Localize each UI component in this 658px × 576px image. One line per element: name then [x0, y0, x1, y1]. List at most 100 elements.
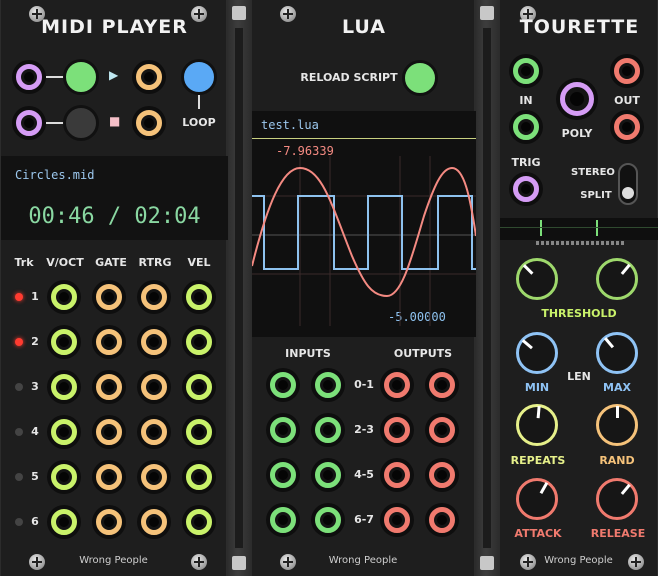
trig-jack[interactable] — [509, 172, 543, 206]
lua-module: LUA RELOAD SCRIPT test.lua -7.96339 -5.0… — [251, 0, 476, 576]
lua-input-jack[interactable] — [266, 368, 300, 402]
track-gate-output-jack[interactable] — [92, 415, 126, 449]
col-header-trk: Trk — [14, 256, 34, 269]
midi-purple-input-jack[interactable] — [12, 60, 46, 94]
brand-footer: Wrong People — [544, 555, 613, 566]
out-jack-2[interactable] — [610, 110, 644, 144]
len-label: LEN — [567, 370, 591, 383]
track-rtrg-output-jack[interactable] — [137, 280, 171, 314]
track-voct-output-jack[interactable] — [47, 280, 81, 314]
track-gate-output-jack[interactable] — [92, 325, 126, 359]
play-output-jack[interactable] — [132, 60, 166, 94]
track-vel-output-jack[interactable] — [182, 280, 216, 314]
track-led — [15, 338, 23, 346]
track-led — [15, 293, 23, 301]
out-jack-1[interactable] — [610, 54, 644, 88]
play-button[interactable] — [63, 59, 99, 95]
in-jack-2[interactable] — [509, 110, 543, 144]
midi-purple-input-jack-2[interactable] — [12, 106, 46, 140]
track-gate-output-jack[interactable] — [92, 460, 126, 494]
track-rtrg-output-jack[interactable] — [137, 415, 171, 449]
track-vel-output-jack[interactable] — [182, 370, 216, 404]
track-voct-output-jack[interactable] — [47, 370, 81, 404]
lua-input-jack[interactable] — [311, 368, 345, 402]
track-rtrg-output-jack[interactable] — [137, 325, 171, 359]
track-voct-output-jack[interactable] — [47, 325, 81, 359]
lua-output-jack[interactable] — [380, 413, 414, 447]
stop-icon: ■ — [109, 114, 121, 128]
release-knob[interactable] — [596, 478, 638, 520]
len-min-knob[interactable] — [516, 332, 558, 374]
outputs-label: OUTPUTS — [393, 347, 453, 360]
col-header-rtrg: RTRG — [138, 256, 172, 269]
lua-input-jack[interactable] — [266, 503, 300, 537]
track-gate-output-jack[interactable] — [92, 280, 126, 314]
track-vel-output-jack[interactable] — [182, 505, 216, 539]
threshold-knob-right[interactable] — [596, 258, 638, 300]
lua-input-jack[interactable] — [266, 413, 300, 447]
track-vel-output-jack[interactable] — [182, 325, 216, 359]
track-number: 5 — [31, 470, 39, 483]
track-voct-output-jack[interactable] — [47, 505, 81, 539]
repeats-knob[interactable] — [516, 404, 558, 446]
track-vel-output-jack[interactable] — [182, 460, 216, 494]
activity-dots — [536, 241, 626, 245]
stereo-split-switch[interactable] — [618, 163, 638, 205]
rack-rail-right — [474, 0, 500, 576]
stop-button[interactable] — [63, 105, 99, 141]
lua-output-jack[interactable] — [425, 368, 459, 402]
track-number: 6 — [31, 515, 39, 528]
channel-label: 2-3 — [354, 423, 374, 436]
track-led — [15, 428, 23, 436]
rand-label: RAND — [599, 454, 635, 467]
track-gate-output-jack[interactable] — [92, 370, 126, 404]
lua-input-jack[interactable] — [311, 503, 345, 537]
reload-script-label: RELOAD SCRIPT — [300, 71, 398, 84]
min-label: MIN — [524, 381, 550, 394]
rack-rail-left — [226, 0, 252, 576]
lua-output-jack[interactable] — [425, 413, 459, 447]
in-jack-1[interactable] — [509, 54, 543, 88]
track-rtrg-output-jack[interactable] — [137, 505, 171, 539]
stop-output-jack[interactable] — [132, 106, 166, 140]
lua-output-jack[interactable] — [380, 458, 414, 492]
module-title: MIDI PLAYER — [41, 16, 188, 38]
len-max-knob[interactable] — [596, 332, 638, 374]
activity-display — [500, 218, 658, 240]
time-readout: 00:46 / 02:04 — [28, 204, 201, 229]
track-voct-output-jack[interactable] — [47, 460, 81, 494]
release-label: RELEASE — [590, 527, 646, 540]
loop-label: LOOP — [182, 116, 216, 129]
brand-footer: Wrong People — [328, 555, 398, 566]
lua-input-jack[interactable] — [311, 458, 345, 492]
max-label: MAX — [603, 381, 631, 394]
rand-knob[interactable] — [596, 404, 638, 446]
track-led — [15, 518, 23, 526]
trig-label: TRIG — [511, 156, 541, 169]
lua-input-jack[interactable] — [311, 413, 345, 447]
attack-knob[interactable] — [516, 478, 558, 520]
channel-label: 4-5 — [354, 468, 374, 481]
lua-output-jack[interactable] — [380, 368, 414, 402]
channel-label: 6-7 — [354, 513, 374, 526]
out-label: OUT — [614, 94, 640, 107]
lua-output-jack[interactable] — [425, 458, 459, 492]
track-voct-output-jack[interactable] — [47, 415, 81, 449]
track-gate-output-jack[interactable] — [92, 505, 126, 539]
loop-button[interactable] — [181, 59, 217, 95]
repeats-label: REPEATS — [510, 454, 566, 467]
lua-output-jack[interactable] — [380, 503, 414, 537]
poly-jack[interactable] — [556, 78, 598, 120]
midi-player-module: MIDI PLAYER ▶ LOOP ■ Circles.mid 00:46 /… — [0, 0, 228, 576]
track-rtrg-output-jack[interactable] — [137, 460, 171, 494]
threshold-knob-left[interactable] — [516, 258, 558, 300]
lua-input-jack[interactable] — [266, 458, 300, 492]
lua-output-jack[interactable] — [425, 503, 459, 537]
reload-script-button[interactable] — [402, 60, 438, 96]
channel-label: 0-1 — [354, 378, 374, 391]
lua-display: test.lua -7.96339 -5.00000 — [252, 111, 476, 337]
track-vel-output-jack[interactable] — [182, 415, 216, 449]
track-number: 3 — [31, 380, 39, 393]
threshold-label: THRESHOLD — [541, 307, 617, 320]
track-rtrg-output-jack[interactable] — [137, 370, 171, 404]
